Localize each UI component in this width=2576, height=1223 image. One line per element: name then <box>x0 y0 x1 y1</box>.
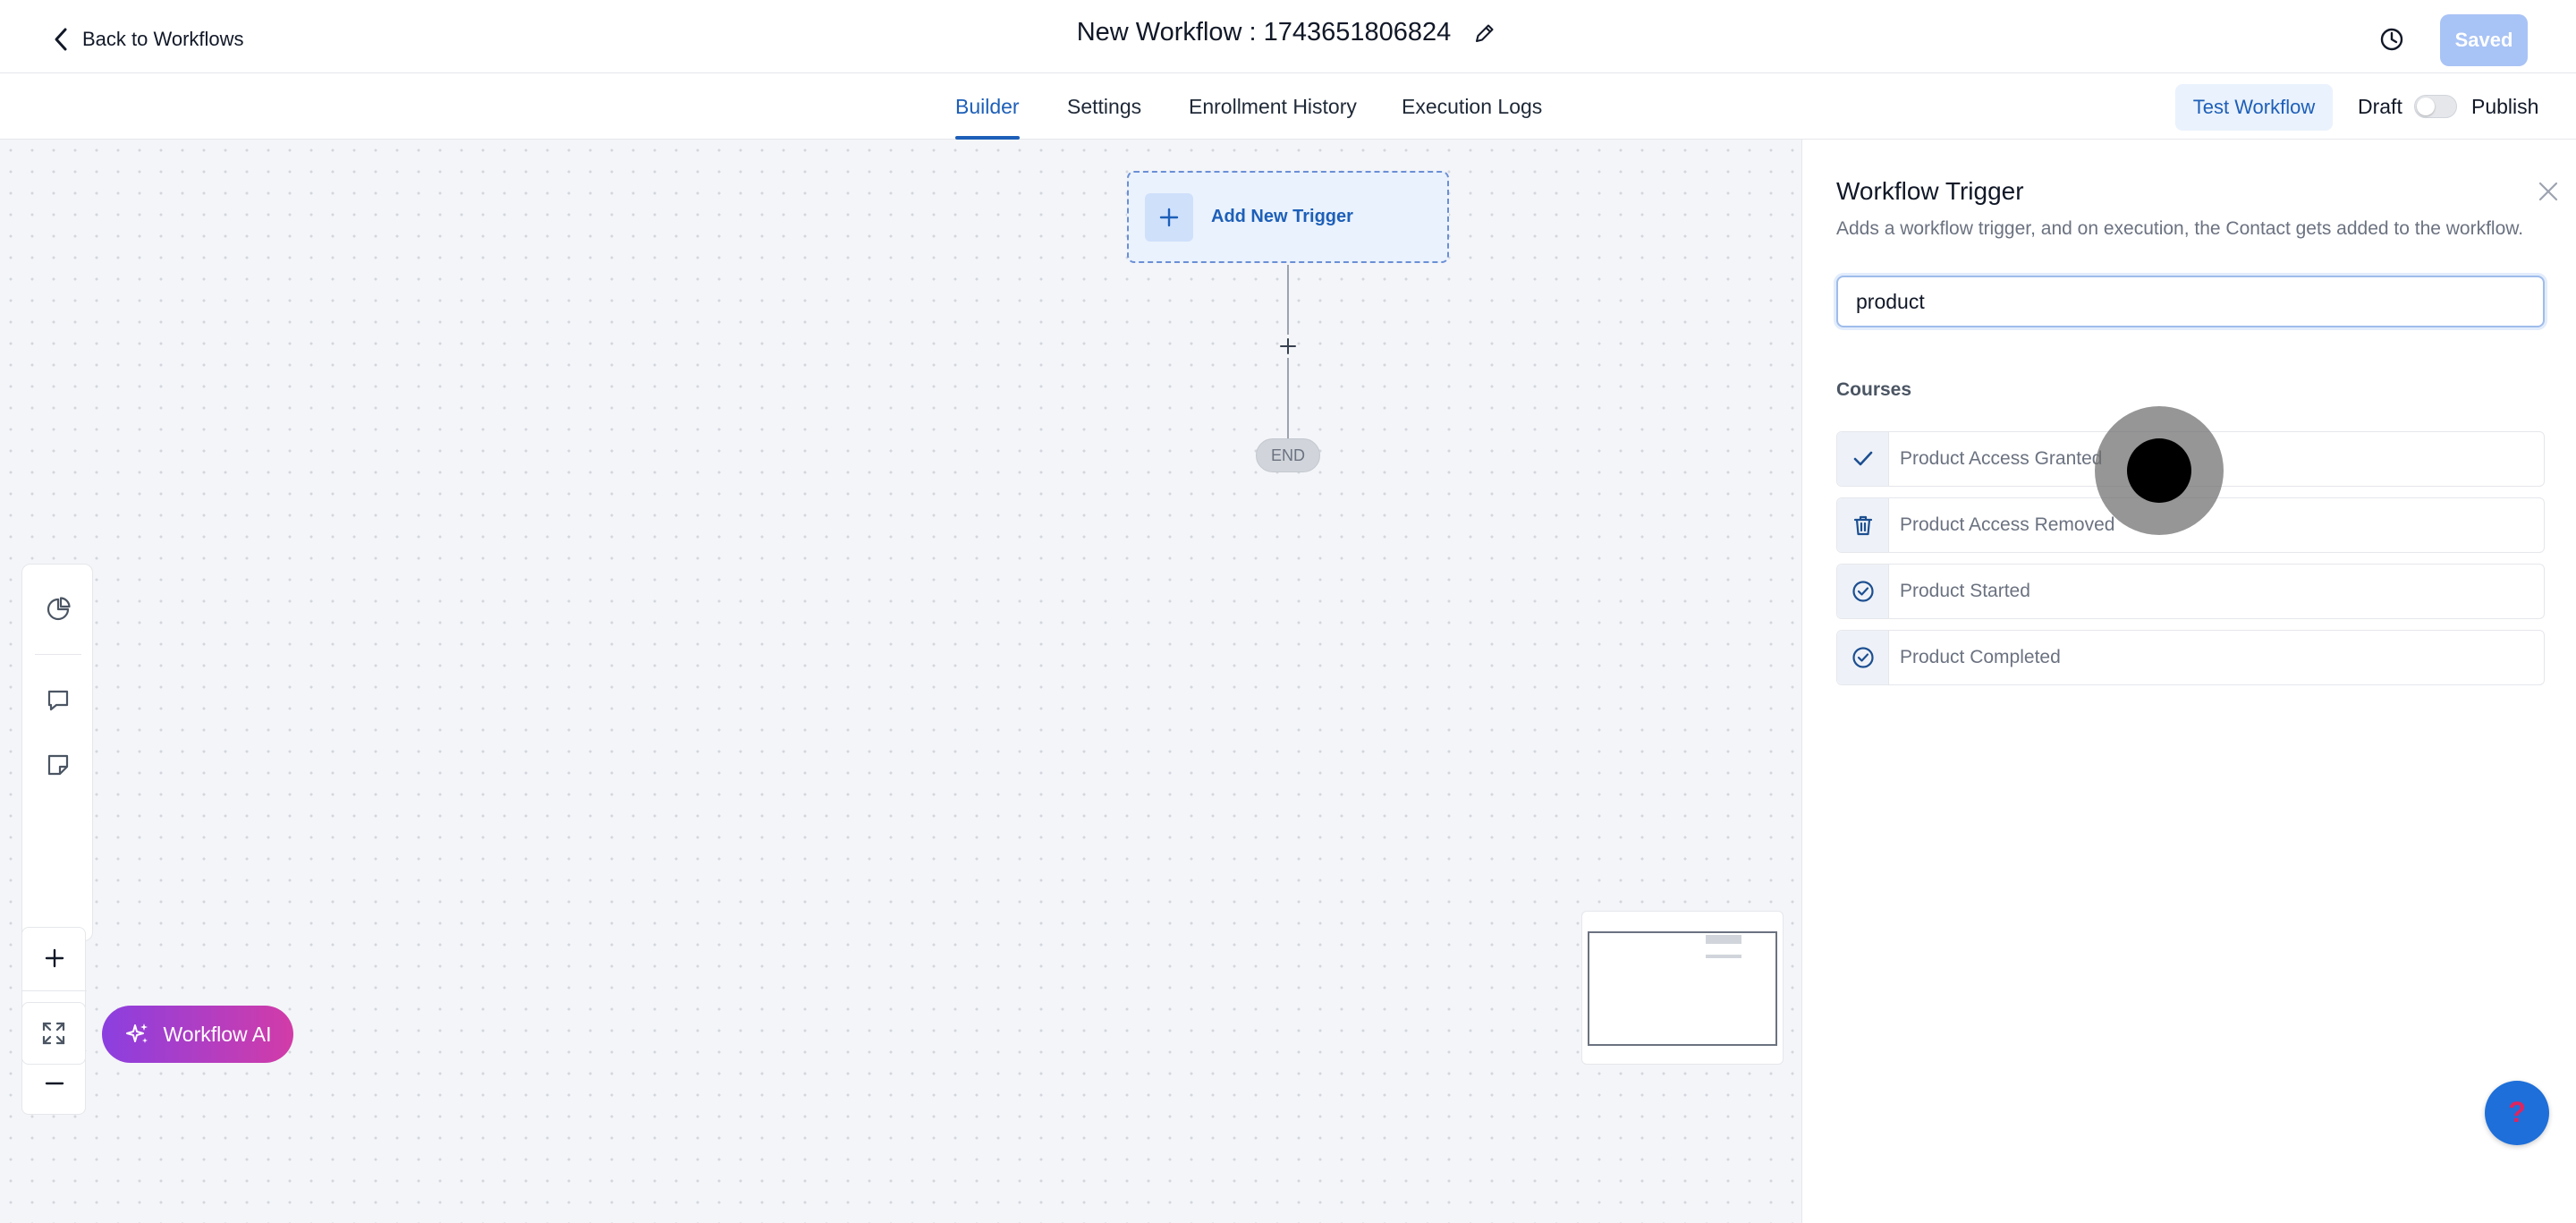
workflow-trigger-panel: Workflow Trigger Adds a workflow trigger… <box>1801 140 2576 1223</box>
pencil-icon[interactable] <box>1470 19 1499 47</box>
question-mark-icon: ? <box>2508 1096 2526 1128</box>
publish-label: Publish <box>2471 95 2539 118</box>
check-icon <box>1837 432 1889 486</box>
trigger-option-product-started[interactable]: Product Started <box>1836 564 2545 619</box>
trash-icon <box>1837 498 1889 552</box>
tabs-bar: Builder Settings Enrollment History Exec… <box>0 73 2576 140</box>
canvas-minimap[interactable] <box>1581 911 1784 1065</box>
option-label: Product Completed <box>1900 647 2061 667</box>
tab-execution-logs[interactable]: Execution Logs <box>1402 73 1542 140</box>
trigger-search-input[interactable] <box>1836 276 2545 327</box>
help-button[interactable]: ? <box>2485 1081 2549 1145</box>
connector-line <box>1287 265 1289 335</box>
add-new-trigger-node[interactable]: Add New Trigger <box>1127 171 1449 263</box>
side-toolbar <box>21 564 93 941</box>
history-icon[interactable] <box>2374 21 2410 57</box>
trigger-option-product-completed[interactable]: Product Completed <box>1836 630 2545 685</box>
add-new-trigger-label: Add New Trigger <box>1211 207 1353 226</box>
workflow-title: New Workflow : 1743651806824 <box>1076 18 1452 47</box>
option-label: Product Started <box>1900 581 2030 601</box>
divider <box>35 654 81 655</box>
test-workflow-button[interactable]: Test Workflow <box>2175 84 2333 131</box>
tab-settings[interactable]: Settings <box>1067 73 1141 140</box>
sticky-note-icon[interactable] <box>22 740 94 790</box>
tab-builder[interactable]: Builder <box>955 73 1020 140</box>
workflow-ai-button[interactable]: Workflow AI <box>102 1006 293 1063</box>
toggle-knob <box>2417 98 2435 115</box>
panel-description: Adds a workflow trigger, and on executio… <box>1836 218 2524 239</box>
section-label-courses: Courses <box>1836 379 1912 400</box>
tab-enrollment-history[interactable]: Enrollment History <box>1189 73 1357 140</box>
fit-view-expand-icon[interactable] <box>21 1002 86 1065</box>
workflow-title-group: New Workflow : 1743651806824 <box>0 18 2576 47</box>
saved-button[interactable]: Saved <box>2440 14 2528 66</box>
option-label: Product Access Removed <box>1900 514 2115 535</box>
connector-line <box>1287 358 1289 438</box>
panel-title: Workflow Trigger <box>1836 177 2024 205</box>
add-step-plus-icon[interactable] <box>1276 335 1300 358</box>
cursor-dot <box>2127 438 2191 503</box>
end-node: END <box>1256 438 1320 472</box>
workflow-ai-label: Workflow AI <box>163 1022 272 1046</box>
plus-icon <box>1145 192 1193 242</box>
minimap-viewport[interactable] <box>1588 931 1777 1046</box>
check-circle-icon <box>1837 631 1889 684</box>
top-bar: Back to Workflows New Workflow : 1743651… <box>0 0 2576 73</box>
sparkles-icon <box>124 1021 151 1048</box>
check-circle-icon <box>1837 565 1889 618</box>
publish-toggle[interactable] <box>2414 95 2457 118</box>
draft-label: Draft <box>2358 95 2402 118</box>
option-label: Product Access Granted <box>1900 448 2103 469</box>
comment-icon[interactable] <box>22 675 94 726</box>
analytics-pie-icon[interactable] <box>22 584 94 634</box>
close-icon[interactable] <box>2534 177 2563 206</box>
zoom-in-icon[interactable] <box>22 928 87 989</box>
